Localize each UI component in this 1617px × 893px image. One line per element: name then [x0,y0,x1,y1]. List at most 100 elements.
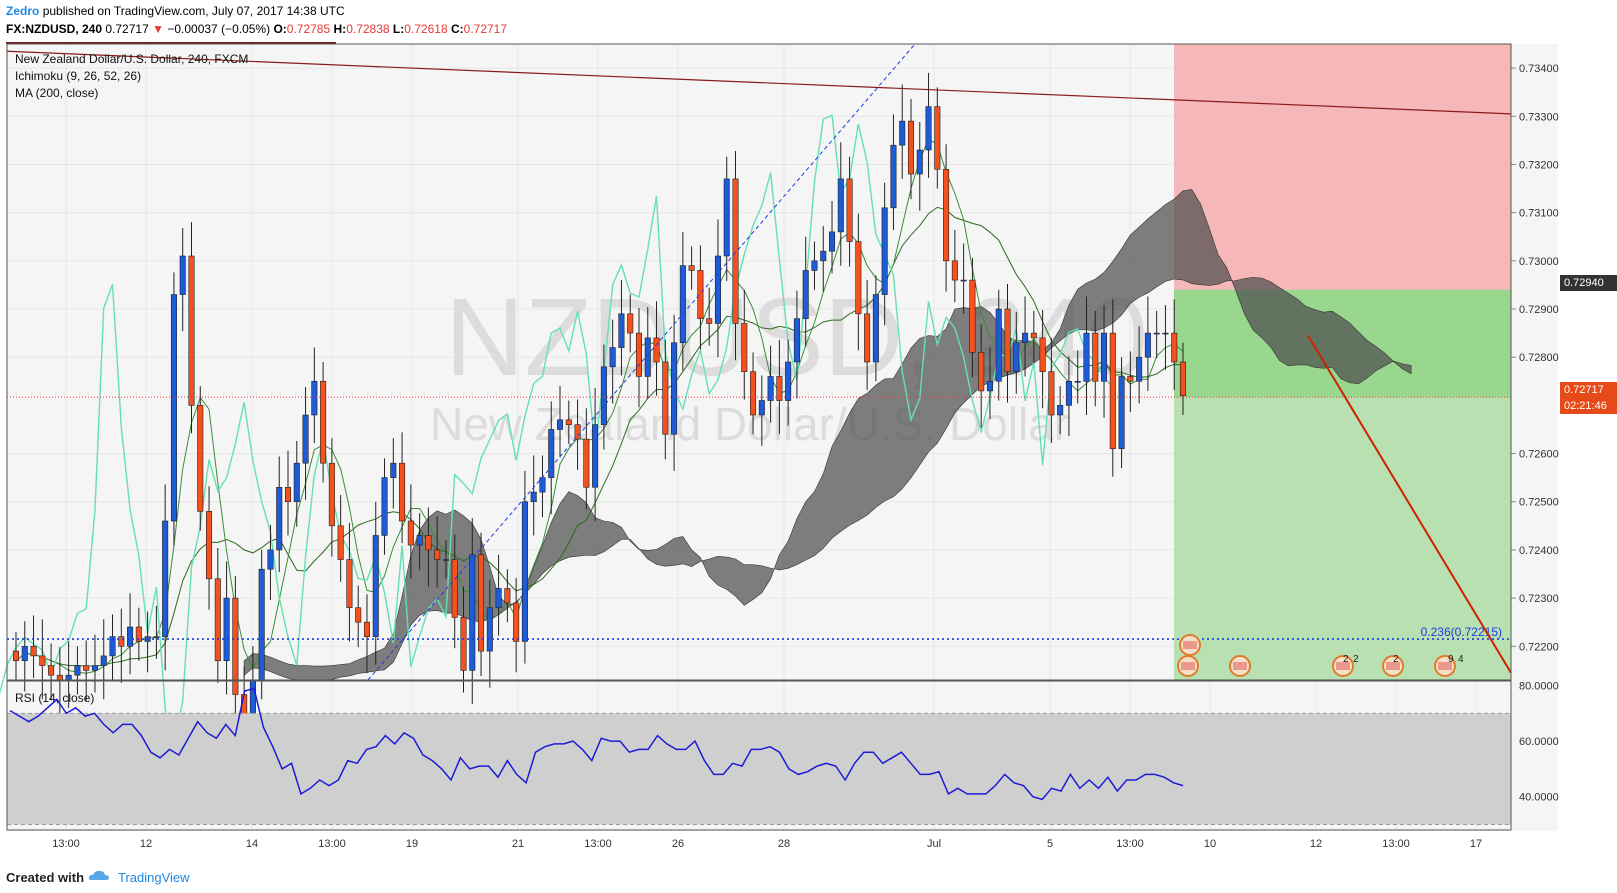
candle-body [723,178,730,257]
tradingview-link[interactable]: TradingView [118,870,190,885]
candle-body [837,178,844,233]
last-price-badge: 0.72717 [1560,382,1617,398]
countdown-badge: 02:21:46 [1560,398,1617,414]
candle-body [416,535,423,546]
x-tick-label: 28 [778,838,790,850]
candle-body [600,366,607,425]
candle-body [592,424,599,488]
candle-body [890,144,897,209]
candle-body [12,650,20,662]
candle-body [785,361,792,401]
x-tick-label: 13:00 [584,838,612,850]
candle-body [530,491,537,503]
candle-body [48,665,55,676]
x-tick-label: 10 [1204,838,1216,850]
stop-loss-zone [1174,44,1511,290]
flag-stripes [1181,662,1195,670]
candle-body [1153,332,1160,335]
candle-body [714,255,721,324]
price-chart[interactable]: NZDUSD, 240 New Zealand Dollar/U.S. Doll… [0,0,1617,893]
candle-body [934,106,941,170]
flag-stripes [1183,641,1197,649]
footer: Created with TradingView [0,860,1617,893]
candle-body [679,265,686,344]
legend-rsi[interactable]: RSI (14, close) [15,691,94,705]
candle-body [574,424,581,440]
x-tick-label: 14 [246,838,258,850]
x-tick-label: 13:00 [1382,838,1410,850]
x-tick-label: 26 [672,838,684,850]
candle-body [460,617,467,671]
rsi-tick-label: 80.0000 [1519,681,1559,693]
candle-body [872,294,879,363]
candle-body [153,636,160,638]
y-tick-label: 0.73300 [1519,111,1559,123]
y-tick-label: 0.73200 [1519,159,1559,171]
candle-body [907,120,915,175]
x-tick-label: 13:00 [52,838,80,850]
candle-body [1074,380,1081,383]
y-tick-label: 0.73100 [1519,208,1559,220]
tradingview-cloud-icon [88,870,109,880]
candle-body [188,255,195,406]
candle-body [399,462,406,522]
candle-body [83,665,90,671]
candle-body [556,419,564,430]
candle-body [1030,332,1037,339]
candle-body [706,318,713,324]
candle-body [864,313,871,363]
candle-body [249,679,256,715]
candle-body [671,342,678,435]
candle-body [899,120,906,146]
candle-body [1083,332,1090,382]
candle-body [1171,332,1178,363]
candle-body [583,438,590,488]
candle-body [284,486,292,503]
candle-body [1162,332,1169,335]
rsi-band [7,713,1511,825]
candle-body [793,318,800,363]
candle-body [1039,337,1046,372]
candle-body [986,380,993,392]
y-tick-label: 0.72600 [1519,449,1559,461]
candle-body [943,168,950,262]
candle-body [1127,376,1134,382]
legend-ma[interactable]: MA (200, close) [15,86,98,100]
candle-body [390,462,397,478]
candle-body [644,337,651,377]
y-tick-label: 0.72900 [1519,304,1559,316]
candle-body [969,279,976,353]
x-tick-label: 5 [1047,838,1053,850]
target-price-badge: 0.72940 [1560,275,1617,291]
candle-body [118,636,125,647]
candle-body [1048,371,1055,416]
candle-body [504,588,511,604]
candle-body [1013,342,1020,372]
candle-body [697,270,704,319]
candle-body [750,371,757,416]
candle-body [1136,356,1143,382]
y-tick-label: 0.73400 [1519,63,1559,75]
candle-body [469,554,476,671]
candle-body [995,308,1002,382]
candle-body [653,337,660,363]
candle-body [521,501,528,642]
candle-body [127,626,134,647]
candle-body [337,525,344,560]
candle-body [478,554,485,652]
candle-body [951,260,958,281]
candle-body [276,486,283,551]
candle-body [925,106,932,151]
event-count: 4 [1458,654,1464,665]
y-tick-label: 0.72300 [1519,593,1559,605]
legend-ichimoku[interactable]: Ichimoku (9, 26, 52, 26) [15,69,141,83]
candle-body [311,380,318,416]
x-tick-label: 17 [1470,838,1482,850]
candle-body [346,559,353,609]
candle-body [609,347,616,368]
candle-body [179,255,186,295]
candle-body [846,178,853,242]
y-tick-label: 0.72400 [1519,545,1559,557]
y-tick-label: 0.72200 [1519,641,1559,653]
candle-body [978,352,985,392]
